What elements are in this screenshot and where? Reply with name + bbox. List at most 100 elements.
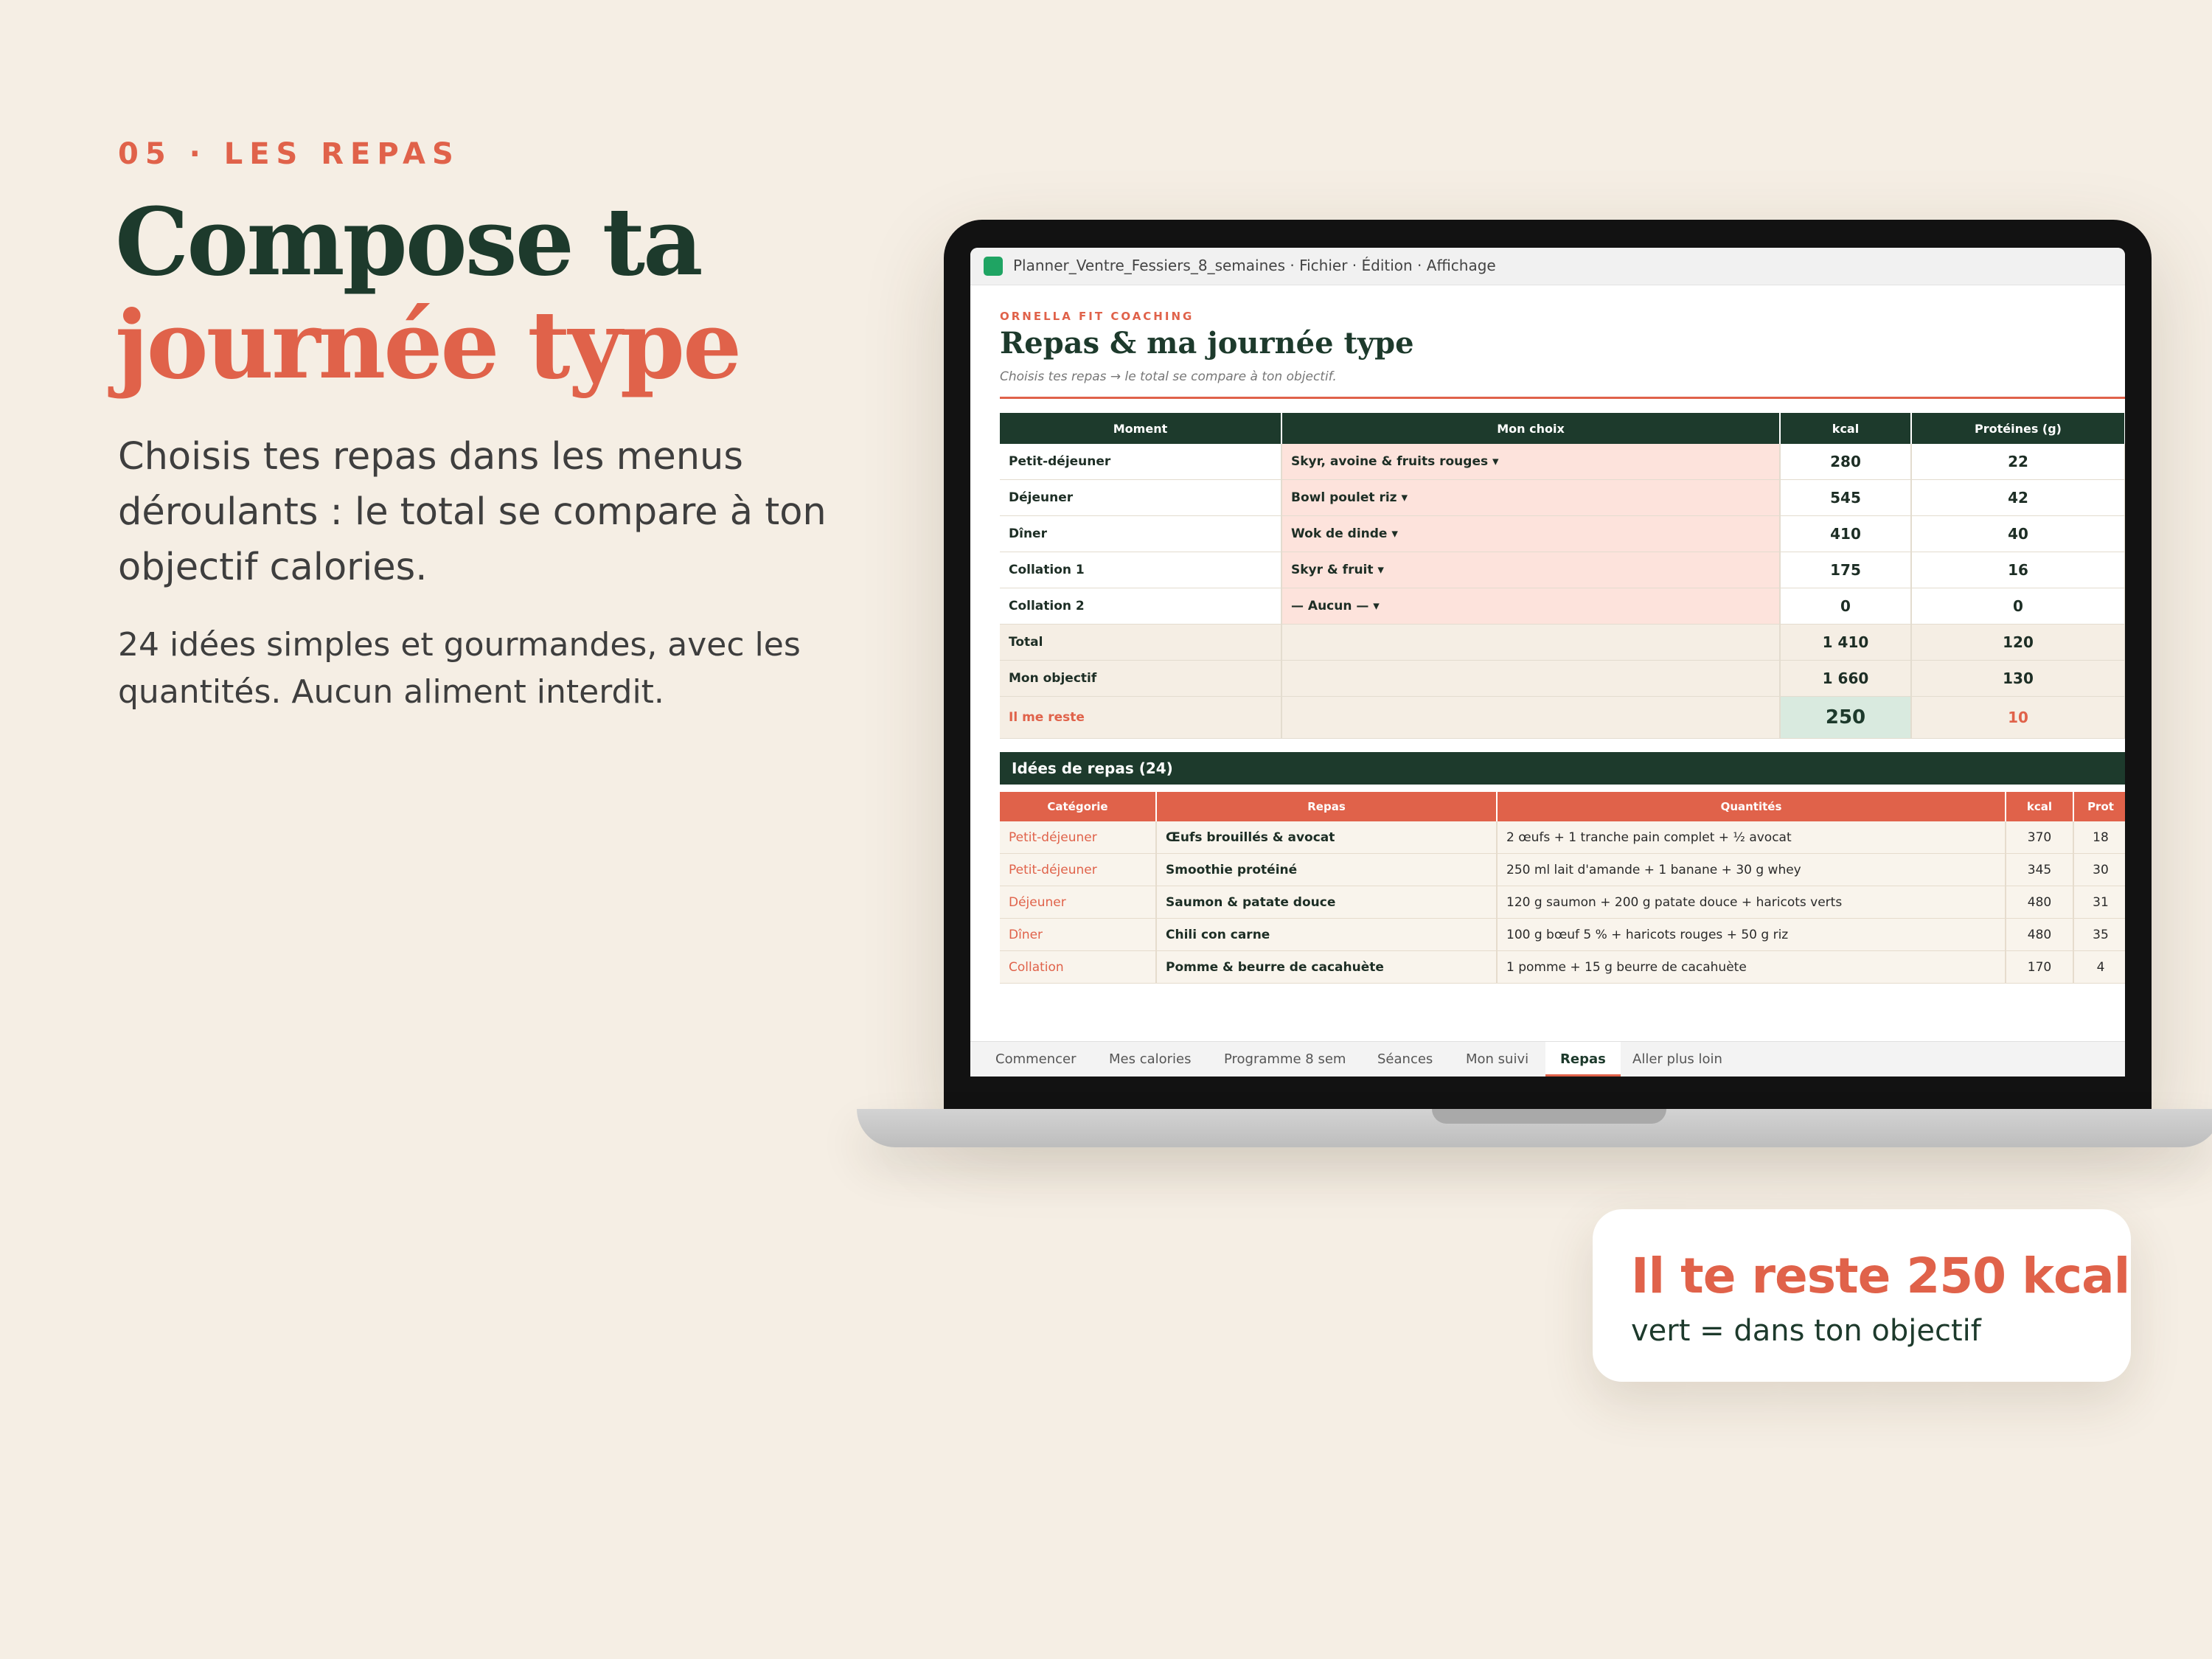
- column-header-protein: Prot: [2073, 792, 2125, 821]
- column-header-category: Catégorie: [1000, 792, 1157, 821]
- column-header-kcal: kcal: [2006, 792, 2074, 821]
- idea-quantities: 1 pomme + 15 g beurre de cacahuète: [1497, 950, 2006, 984]
- tab-mon-suivi[interactable]: Mon suivi: [1466, 1042, 1528, 1077]
- window-titlebar: Planner_Ventre_Fessiers_8_semaines · Fic…: [970, 248, 2125, 285]
- idea-meal: Œufs brouillés & avocat: [1156, 821, 1498, 854]
- meal-moment: Dîner: [1000, 515, 1282, 552]
- goal-protein: 130: [1911, 660, 2125, 697]
- goal-kcal: 1 660: [1780, 660, 1912, 697]
- meal-moment: Déjeuner: [1000, 479, 1282, 516]
- idea-row: Petit-déjeuner Œufs brouillés & avocat 2…: [1000, 821, 2125, 854]
- column-header-protein: Protéines (g): [1911, 413, 2125, 444]
- goal-empty-cell: [1281, 660, 1781, 697]
- section-kicker: 05 · LES REPAS: [118, 137, 460, 171]
- meal-choice-dropdown[interactable]: — Aucun — ▾: [1281, 588, 1781, 625]
- idea-category: Collation: [1000, 950, 1157, 984]
- tab-mes-calories[interactable]: Mes calories: [1109, 1042, 1192, 1077]
- idea-kcal: 345: [2006, 853, 2074, 886]
- meal-row: Collation 1 Skyr & fruit ▾ 175 16: [1000, 552, 2125, 588]
- headline-line-2: journée type: [115, 291, 742, 400]
- column-header-choice: Mon choix: [1281, 413, 1781, 444]
- day-summary-table: Moment Mon choix kcal Protéines (g) Peti…: [1000, 413, 2125, 739]
- headline-line-1: Compose ta: [115, 187, 703, 296]
- idea-protein: 31: [2073, 886, 2125, 919]
- remaining-row: Il me reste 250 10: [1000, 696, 2125, 739]
- meal-protein: 22: [1911, 444, 2125, 480]
- ideas-header-row: Catégorie Repas Quantités kcal Prot: [1000, 792, 2125, 821]
- meal-protein: 16: [1911, 552, 2125, 588]
- meal-kcal: 0: [1780, 588, 1912, 625]
- idea-meal: Smoothie protéiné: [1156, 853, 1498, 886]
- tab-repas[interactable]: Repas: [1545, 1042, 1621, 1077]
- goal-label: Mon objectif: [1000, 660, 1282, 697]
- idea-category: Petit-déjeuner: [1000, 821, 1157, 854]
- lead-paragraph: Choisis tes repas dans les menus déroula…: [118, 435, 827, 589]
- idea-protein: 18: [2073, 821, 2125, 854]
- total-empty-cell: [1281, 624, 1781, 661]
- meal-kcal: 410: [1780, 515, 1912, 552]
- idea-meal: Saumon & patate douce: [1156, 886, 1498, 919]
- sheet-brand: ORNELLA FIT COACHING: [1000, 310, 1194, 323]
- headline: Compose ta journée type: [115, 187, 742, 400]
- title-divider: [1000, 397, 2125, 399]
- meal-protein: 42: [1911, 479, 2125, 516]
- tab-aller-plus-loin[interactable]: Aller plus loin: [1632, 1042, 1722, 1077]
- meal-choice-dropdown[interactable]: Bowl poulet riz ▾: [1281, 479, 1781, 516]
- meal-row: Dîner Wok de dinde ▾ 410 40: [1000, 515, 2125, 552]
- meal-protein: 40: [1911, 515, 2125, 552]
- idea-quantities: 100 g bœuf 5 % + haricots rouges + 50 g …: [1497, 918, 2006, 951]
- idea-row: Déjeuner Saumon & patate douce 120 g sau…: [1000, 886, 2125, 919]
- idea-kcal: 480: [2006, 886, 2074, 919]
- goal-row: Mon objectif 1 660 130: [1000, 660, 2125, 697]
- column-header-quantities: Quantités: [1497, 792, 2006, 821]
- meal-choice-dropdown[interactable]: Skyr, avoine & fruits rouges ▾: [1281, 444, 1781, 480]
- idea-protein: 35: [2073, 918, 2125, 951]
- ideas-section-header: Idées de repas (24): [1000, 752, 2125, 785]
- meal-row: Petit-déjeuner Skyr, avoine & fruits rou…: [1000, 444, 2125, 480]
- meal-choice-dropdown[interactable]: Wok de dinde ▾: [1281, 515, 1781, 552]
- column-header-kcal: kcal: [1780, 413, 1912, 444]
- spreadsheet-icon: [984, 257, 1003, 276]
- idea-quantities: 120 g saumon + 200 g patate douce + hari…: [1497, 886, 2006, 919]
- laptop-notch: [1432, 1109, 1666, 1124]
- meal-kcal: 175: [1780, 552, 1912, 588]
- remaining-label: Il me reste: [1000, 696, 1282, 739]
- meal-moment: Collation 2: [1000, 588, 1282, 625]
- idea-kcal: 370: [2006, 821, 2074, 854]
- laptop-screen: Planner_Ventre_Fessiers_8_semaines · Fic…: [970, 248, 2125, 1077]
- sheet-title: Repas & ma journée type: [1000, 326, 1414, 361]
- sub-paragraph: 24 idées simples et gourmandes, avec les…: [118, 626, 801, 711]
- idea-protein: 4: [2073, 950, 2125, 984]
- summary-header-row: Moment Mon choix kcal Protéines (g): [1000, 413, 2125, 444]
- remaining-callout-card: Il te reste 250 kcal vert = dans ton obj…: [1593, 1209, 2131, 1382]
- idea-quantities: 250 ml lait d'amande + 1 banane + 30 g w…: [1497, 853, 2006, 886]
- tab-programme-8-sem[interactable]: Programme 8 sem: [1224, 1042, 1346, 1077]
- meal-choice-dropdown[interactable]: Skyr & fruit ▾: [1281, 552, 1781, 588]
- tab-seances[interactable]: Séances: [1377, 1042, 1433, 1077]
- remaining-empty-cell: [1281, 696, 1781, 739]
- meal-kcal: 280: [1780, 444, 1912, 480]
- idea-category: Dîner: [1000, 918, 1157, 951]
- total-kcal: 1 410: [1780, 624, 1912, 661]
- idea-protein: 30: [2073, 853, 2125, 886]
- meal-row: Collation 2 — Aucun — ▾ 0 0: [1000, 588, 2125, 625]
- window-title: Planner_Ventre_Fessiers_8_semaines · Fic…: [1013, 257, 1496, 274]
- column-header-moment: Moment: [1000, 413, 1282, 444]
- idea-kcal: 170: [2006, 950, 2074, 984]
- idea-row: Dîner Chili con carne 100 g bœuf 5 % + h…: [1000, 918, 2125, 951]
- total-row: Total 1 410 120: [1000, 624, 2125, 661]
- idea-row: Petit-déjeuner Smoothie protéiné 250 ml …: [1000, 853, 2125, 886]
- callout-title: Il te reste 250 kcal: [1631, 1248, 2130, 1304]
- meal-moment: Petit-déjeuner: [1000, 444, 1282, 480]
- meal-ideas-table: Catégorie Repas Quantités kcal Prot Peti…: [1000, 792, 2125, 984]
- idea-kcal: 480: [2006, 918, 2074, 951]
- total-label: Total: [1000, 624, 1282, 661]
- meal-protein: 0: [1911, 588, 2125, 625]
- tab-commencer[interactable]: Commencer: [995, 1042, 1077, 1077]
- idea-row: Collation Pomme & beurre de cacahuète 1 …: [1000, 950, 2125, 984]
- total-protein: 120: [1911, 624, 2125, 661]
- callout-subtitle: vert = dans ton objectif: [1631, 1314, 1981, 1348]
- meal-moment: Collation 1: [1000, 552, 1282, 588]
- meal-row: Déjeuner Bowl poulet riz ▾ 545 42: [1000, 479, 2125, 516]
- sheet-subtitle: Choisis tes repas → le total se compare …: [1000, 369, 1337, 384]
